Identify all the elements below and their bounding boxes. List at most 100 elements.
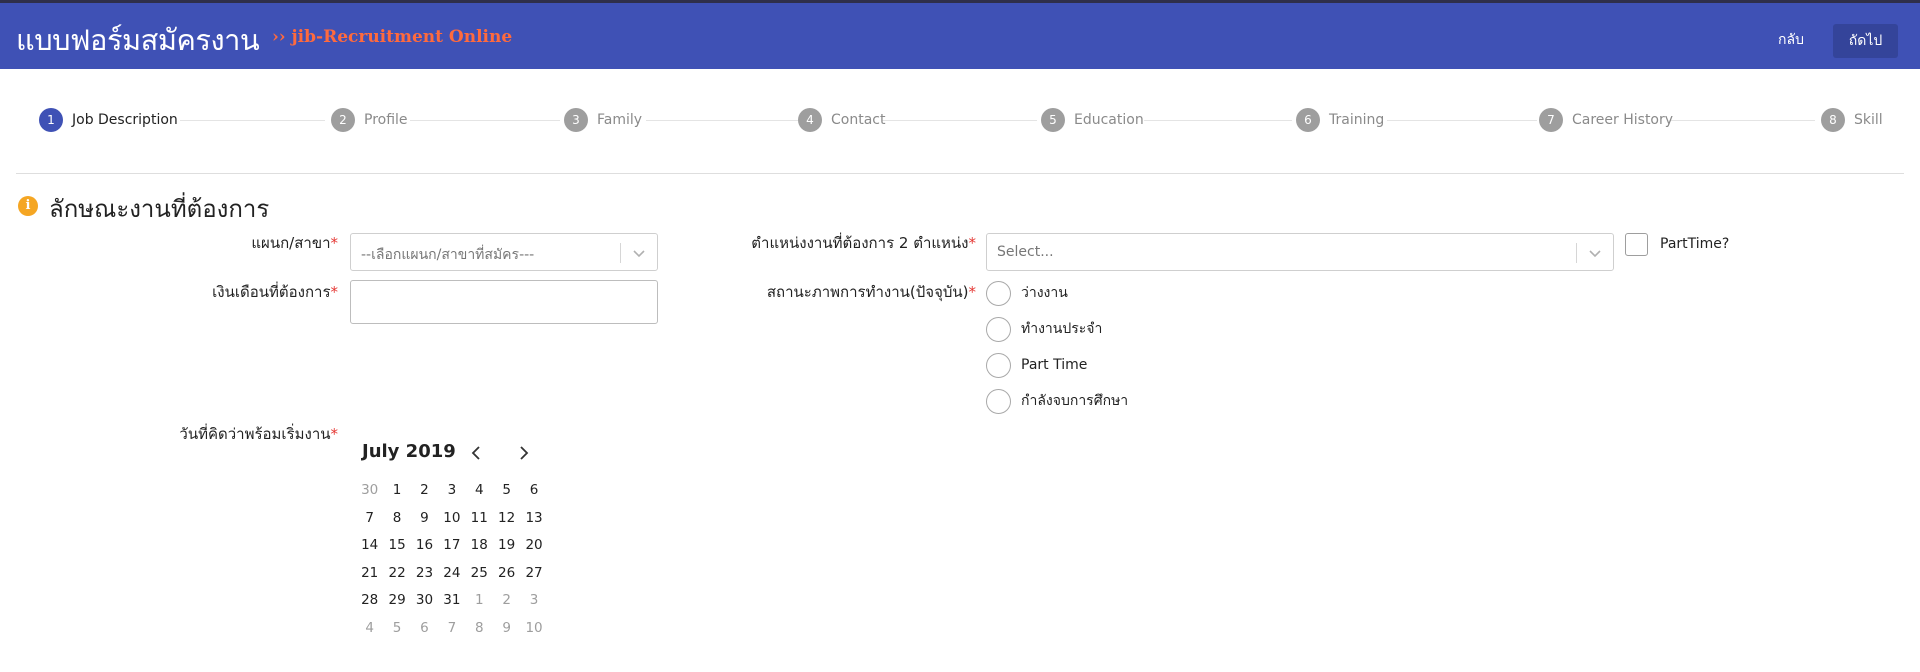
- start-date-label: วันที่คิดว่าพร้อมเริ่มงาน*: [179, 425, 338, 443]
- step-connector: [1144, 120, 1292, 121]
- step-connector: [1670, 120, 1815, 121]
- calendar-day[interactable]: 3: [438, 477, 465, 505]
- next-button[interactable]: ถัดไป: [1833, 24, 1898, 58]
- status-option-parttime[interactable]: Part Time: [986, 352, 1087, 378]
- calendar-day[interactable]: 21: [356, 560, 383, 588]
- step-number: 2: [331, 108, 355, 132]
- info-icon: i: [18, 196, 38, 216]
- step-profile[interactable]: 2 Profile: [331, 105, 408, 135]
- calendar-day[interactable]: 5: [383, 615, 410, 643]
- step-label: Skill: [1854, 112, 1883, 128]
- department-label: แผนก/สาขา*: [251, 234, 338, 252]
- calendar-day[interactable]: 6: [411, 615, 438, 643]
- calendar-day[interactable]: 9: [411, 505, 438, 533]
- calendar-day[interactable]: 25: [466, 560, 493, 588]
- divider: [16, 173, 1904, 174]
- step-label: Profile: [364, 112, 408, 128]
- radio-button[interactable]: [986, 388, 1011, 414]
- calendar-day[interactable]: 1: [383, 477, 410, 505]
- chevron-down-icon: [633, 250, 645, 258]
- stepper: 1 Job Description 2 Profile 3 Family 4 C…: [0, 105, 1920, 135]
- position-select[interactable]: Select...: [986, 233, 1614, 271]
- calendar-day[interactable]: 26: [493, 560, 520, 588]
- salary-label: เงินเดือนที่ต้องการ*: [212, 283, 338, 301]
- calendar-week-row: 4 5 6 7 8 9 10: [356, 615, 548, 643]
- step-family[interactable]: 3 Family: [564, 105, 642, 135]
- calendar-day[interactable]: 22: [383, 560, 410, 588]
- back-button[interactable]: กลับ: [1768, 25, 1814, 55]
- radio-label: กำลังจบการศึกษา: [1021, 393, 1129, 409]
- radio-button[interactable]: [986, 352, 1011, 378]
- status-option-unemployed[interactable]: ว่างงาน: [986, 280, 1068, 306]
- step-connector: [180, 120, 325, 121]
- calendar-day[interactable]: 2: [411, 477, 438, 505]
- calendar-day[interactable]: 23: [411, 560, 438, 588]
- radio-label: ทำงานประจำ: [1021, 321, 1103, 337]
- calendar-day[interactable]: 30: [356, 477, 383, 505]
- step-connector: [646, 120, 798, 121]
- calendar-day[interactable]: 8: [466, 615, 493, 643]
- calendar-day[interactable]: 3: [520, 587, 547, 615]
- calendar-day[interactable]: 30: [411, 587, 438, 615]
- calendar-day[interactable]: 4: [466, 477, 493, 505]
- calendar-week-row: 7 8 9 10 11 12 13: [356, 505, 548, 533]
- radio-button[interactable]: [986, 280, 1011, 306]
- calendar-day[interactable]: 1: [466, 587, 493, 615]
- step-connector: [410, 120, 560, 121]
- calendar-day[interactable]: 10: [438, 505, 465, 533]
- status-option-student[interactable]: กำลังจบการศึกษา: [986, 388, 1128, 414]
- calendar-day[interactable]: 13: [520, 505, 547, 533]
- calendar-day[interactable]: 15: [383, 532, 410, 560]
- calendar-day[interactable]: 5: [493, 477, 520, 505]
- calendar-day[interactable]: 7: [438, 615, 465, 643]
- calendar-day[interactable]: 17: [438, 532, 465, 560]
- step-connector: [882, 120, 1037, 121]
- chevron-left-icon[interactable]: [466, 443, 486, 463]
- page-title: แบบฟอร์มสมัครงาน: [16, 23, 260, 57]
- step-label: Career History: [1572, 112, 1674, 128]
- select-separator: [1576, 243, 1577, 263]
- calendar-day[interactable]: 11: [466, 505, 493, 533]
- calendar-day[interactable]: 10: [520, 615, 547, 643]
- step-number: 6: [1296, 108, 1320, 132]
- calendar-day[interactable]: 2: [493, 587, 520, 615]
- chevron-right-icon[interactable]: [514, 443, 534, 463]
- step-education[interactable]: 5 Education: [1041, 105, 1144, 135]
- department-select[interactable]: --เลือกแผนก/สาขาที่สมัคร---: [350, 233, 658, 271]
- calendar-day[interactable]: 4: [356, 615, 383, 643]
- app-header: แบบฟอร์มสมัครงาน ›› jib-Recruitment Onli…: [0, 3, 1920, 69]
- calendar-day[interactable]: 28: [356, 587, 383, 615]
- step-number: 3: [564, 108, 588, 132]
- calendar-week-row: 30 1 2 3 4 5 6: [356, 477, 548, 505]
- calendar-day[interactable]: 12: [493, 505, 520, 533]
- calendar-day[interactable]: 20: [520, 532, 547, 560]
- step-contact[interactable]: 4 Contact: [798, 105, 885, 135]
- calendar-day[interactable]: 9: [493, 615, 520, 643]
- calendar-day[interactable]: 31: [438, 587, 465, 615]
- calendar-day[interactable]: 16: [411, 532, 438, 560]
- calendar-day[interactable]: 29: [383, 587, 410, 615]
- step-skill[interactable]: 8 Skill: [1821, 105, 1883, 135]
- step-label: Contact: [831, 112, 886, 128]
- parttime-checkbox[interactable]: [1625, 233, 1648, 256]
- step-training[interactable]: 6 Training: [1296, 105, 1384, 135]
- step-number: 7: [1539, 108, 1563, 132]
- calendar-day[interactable]: 6: [520, 477, 547, 505]
- calendar-week-row: 21 22 23 24 25 26 27: [356, 560, 548, 588]
- calendar-day[interactable]: 8: [383, 505, 410, 533]
- calendar-day[interactable]: 19: [493, 532, 520, 560]
- calendar-day[interactable]: 7: [356, 505, 383, 533]
- position-placeholder: Select...: [997, 244, 1054, 260]
- salary-input[interactable]: [350, 280, 658, 324]
- radio-button[interactable]: [986, 316, 1011, 342]
- status-option-fulltime[interactable]: ทำงานประจำ: [986, 316, 1102, 342]
- step-career-history[interactable]: 7 Career History: [1539, 105, 1673, 135]
- calendar-day[interactable]: 27: [520, 560, 547, 588]
- step-job-description[interactable]: 1 Job Description: [39, 105, 178, 135]
- calendar-day[interactable]: 18: [466, 532, 493, 560]
- calendar-day[interactable]: 24: [438, 560, 465, 588]
- step-label: Family: [597, 112, 643, 128]
- calendar-grid: 30 1 2 3 4 5 6 7 8 9 10 11 12 13 14 15 16 17 18 19 20 21 22 23 2…: [356, 477, 548, 642]
- step-number: 4: [798, 108, 822, 132]
- calendar-day[interactable]: 14: [356, 532, 383, 560]
